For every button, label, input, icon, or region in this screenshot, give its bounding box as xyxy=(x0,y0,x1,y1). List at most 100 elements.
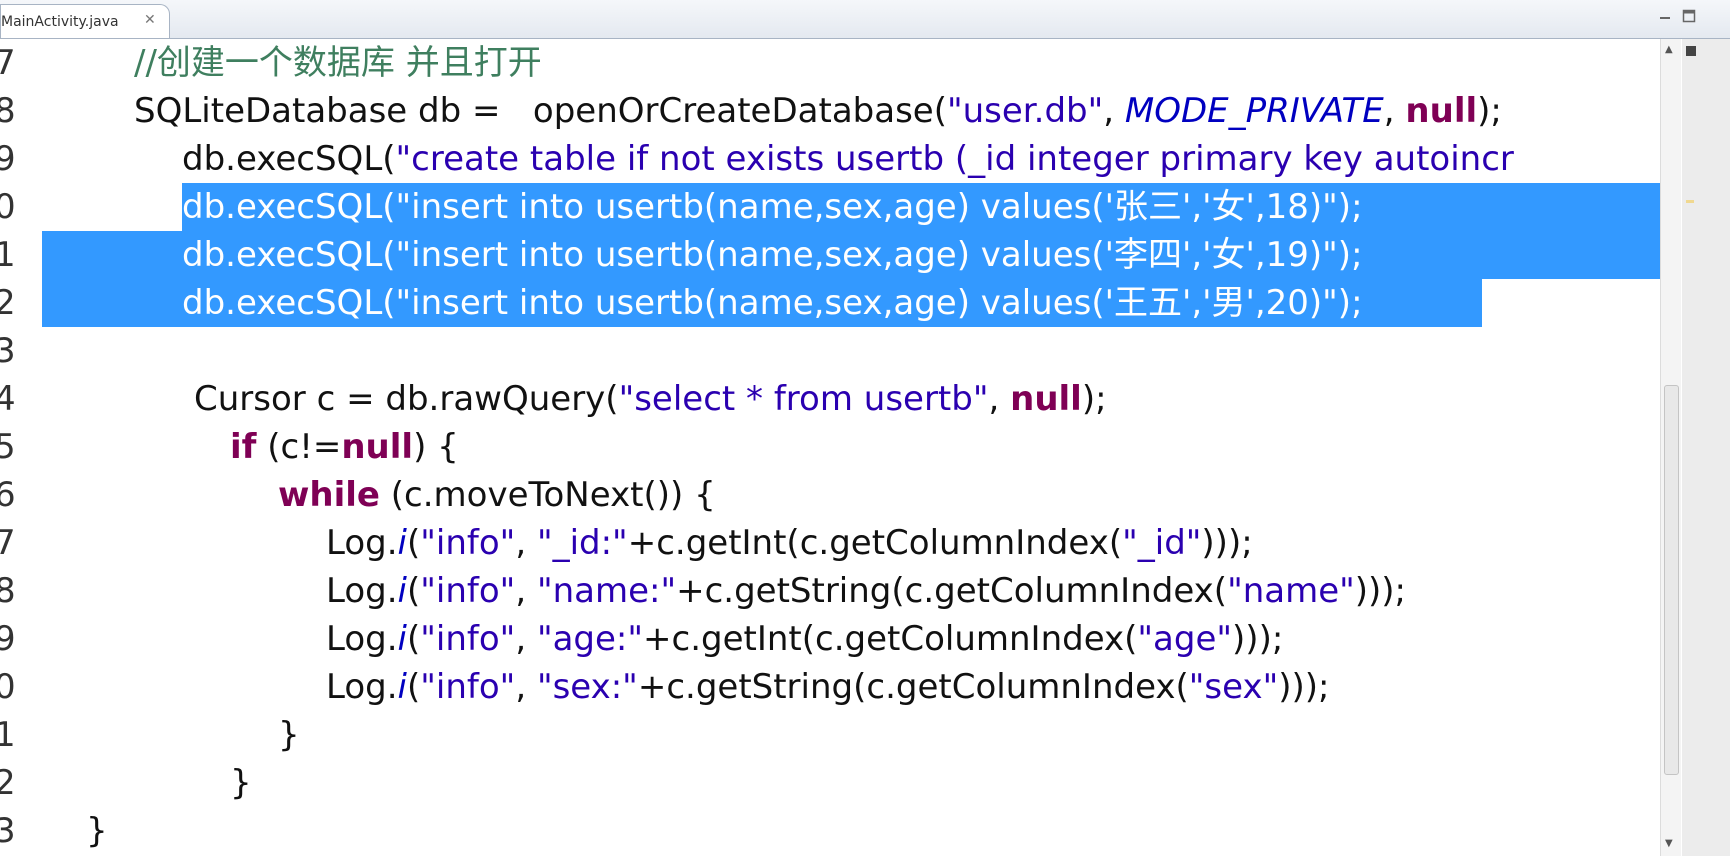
code-brace: } xyxy=(278,715,300,755)
minimize-icon[interactable] xyxy=(1658,9,1672,23)
code-token: , xyxy=(515,667,537,707)
tab-main-activity[interactable]: MainActivity.java ✕ xyxy=(0,4,170,38)
code-string: "name" xyxy=(1227,571,1355,611)
code-token: ); xyxy=(1081,379,1107,419)
code-line: 3 } xyxy=(0,807,1660,855)
code-token: ( xyxy=(407,619,421,659)
code-string: "info" xyxy=(420,619,516,659)
code-string: "user.db" xyxy=(946,91,1104,131)
code-token: Log. xyxy=(326,571,398,611)
code-string: "_id:" xyxy=(536,523,628,563)
code-token: ))); xyxy=(1232,619,1284,659)
line-number: 7 xyxy=(0,523,16,563)
code-token: , xyxy=(1383,91,1406,131)
code-string: "select * from usertb" xyxy=(618,379,989,419)
line-number: 1 xyxy=(0,715,16,755)
scrollbar-thumb[interactable] xyxy=(1664,385,1679,775)
code-token: db.execSQL( xyxy=(182,139,396,179)
code-token: Log. xyxy=(326,523,398,563)
code-line: 5 if (c!=null) { xyxy=(0,423,1660,471)
code-constant: MODE_PRIVATE xyxy=(1124,91,1384,131)
code-text: db.execSQL("insert into usertb(name,sex,… xyxy=(182,235,1363,275)
code-keyword: if xyxy=(230,427,257,467)
code-token: +c.getInt(c.getColumnIndex( xyxy=(643,619,1138,659)
line-number: 5 xyxy=(0,427,16,467)
code-brace: } xyxy=(230,763,252,803)
code-keyword: null xyxy=(341,427,414,467)
code-token: , xyxy=(1103,91,1125,131)
vertical-scrollbar[interactable] xyxy=(1660,39,1681,856)
maximize-icon[interactable] xyxy=(1682,9,1696,23)
code-line: 7 Log.i("info", "_id:"+c.getInt(c.getCol… xyxy=(0,519,1660,567)
scroll-down-icon[interactable]: ▼ xyxy=(1665,838,1673,849)
line-number: 7 xyxy=(0,43,16,83)
code-method: i xyxy=(397,667,407,707)
code-line: 3 xyxy=(0,327,1660,375)
code-token: Log. xyxy=(326,667,398,707)
code-line-selected: 0 db.execSQL("insert into usertb(name,se… xyxy=(0,183,1660,231)
code-text: while (c.moveToNext()) { xyxy=(278,471,716,519)
code-line: 8 Log.i("info", "name:"+c.getString(c.ge… xyxy=(0,567,1660,615)
code-token: ( xyxy=(407,667,421,707)
code-token: ( xyxy=(407,523,421,563)
line-number: 2 xyxy=(0,283,16,323)
overview-ruler[interactable] xyxy=(1682,39,1730,856)
code-string: "sex:" xyxy=(536,667,638,707)
code-text: db.execSQL("insert into usertb(name,sex,… xyxy=(182,283,1363,323)
code-line: 6 while (c.moveToNext()) { xyxy=(0,471,1660,519)
code-token: , xyxy=(515,523,537,563)
code-line: 8 SQLiteDatabase db = openOrCreateDataba… xyxy=(0,87,1660,135)
code-string: "info" xyxy=(420,667,516,707)
code-line-selected: 2 db.execSQL("insert into usertb(name,se… xyxy=(0,279,1660,327)
line-number: 2 xyxy=(0,763,16,803)
code-comment: //创建一个数据库 并且打开 xyxy=(134,43,542,83)
code-line: 2 } xyxy=(0,759,1660,807)
line-number: 0 xyxy=(0,187,16,227)
code-token: , xyxy=(515,571,537,611)
line-number: 0 xyxy=(0,667,16,707)
code-token: (c!= xyxy=(256,427,342,467)
overview-marker[interactable] xyxy=(1686,46,1696,56)
code-token: , xyxy=(988,379,1011,419)
code-string: "age" xyxy=(1137,619,1233,659)
code-token: +c.getString(c.getColumnIndex( xyxy=(637,667,1189,707)
line-number: 9 xyxy=(0,139,16,179)
line-number: 3 xyxy=(0,331,16,371)
code-text: Log.i("info", "name:"+c.getString(c.getC… xyxy=(326,567,1406,615)
code-string: "info" xyxy=(420,571,516,611)
code-token: ))); xyxy=(1278,667,1330,707)
code-line-selected: 1 db.execSQL("insert into usertb(name,se… xyxy=(0,231,1660,279)
code-token: ( xyxy=(407,571,421,611)
code-token: ); xyxy=(1477,91,1502,131)
code-token: ))); xyxy=(1354,571,1407,611)
code-string: "sex" xyxy=(1188,667,1279,707)
code-string: "_id" xyxy=(1122,523,1202,563)
code-editor[interactable]: 7 //创建一个数据库 并且打开 8 SQLiteDatabase db = o… xyxy=(0,39,1660,856)
code-text: db.execSQL("insert into usertb(name,sex,… xyxy=(182,187,1363,227)
code-method: i xyxy=(397,571,407,611)
code-string: "age:" xyxy=(536,619,644,659)
code-keyword: null xyxy=(1405,91,1478,131)
code-text: Cursor c = db.rawQuery("select * from us… xyxy=(194,375,1107,423)
code-line: 9 Log.i("info", "age:"+c.getInt(c.getCol… xyxy=(0,615,1660,663)
code-method: i xyxy=(397,619,407,659)
code-token: , xyxy=(515,619,537,659)
code-token: +c.getInt(c.getColumnIndex( xyxy=(627,523,1123,563)
occurrence-marker[interactable] xyxy=(1686,200,1694,203)
code-text: Log.i("info", "_id:"+c.getInt(c.getColum… xyxy=(326,519,1253,567)
code-string: "create table if not exists usertb (_id … xyxy=(395,139,1514,179)
close-icon[interactable]: ✕ xyxy=(144,12,156,28)
scroll-up-icon[interactable]: ▲ xyxy=(1665,44,1673,55)
code-line: 7 //创建一个数据库 并且打开 xyxy=(0,39,1660,87)
code-text: if (c!=null) { xyxy=(230,423,459,471)
code-text: Log.i("info", "age:"+c.getInt(c.getColum… xyxy=(326,615,1283,663)
code-string: "name:" xyxy=(536,571,677,611)
code-token: +c.getString(c.getColumnIndex( xyxy=(676,571,1228,611)
line-number: 8 xyxy=(0,571,16,611)
code-line: 1 } xyxy=(0,711,1660,759)
code-string: "info" xyxy=(420,523,516,563)
tab-label: MainActivity.java xyxy=(1,14,119,30)
code-token: (c.moveToNext()) { xyxy=(379,475,716,515)
code-token: SQLiteDatabase db = openOrCreateDatabase… xyxy=(134,91,947,131)
code-line: 0 Log.i("info", "sex:"+c.getString(c.get… xyxy=(0,663,1660,711)
